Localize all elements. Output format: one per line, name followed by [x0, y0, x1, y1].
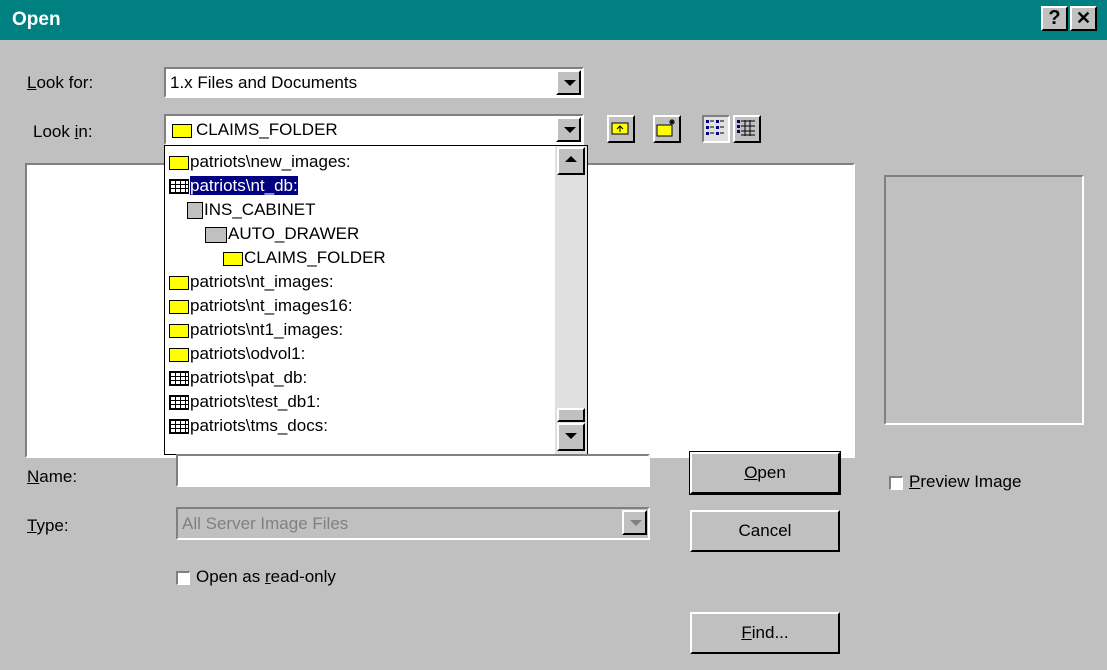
new-folder-icon — [656, 119, 675, 137]
type-combo[interactable]: All Server Image Files — [176, 507, 650, 540]
folder-icon — [169, 323, 189, 338]
folder-icon — [223, 251, 243, 266]
list-item[interactable]: AUTO_DRAWER — [205, 223, 359, 245]
drawer-icon — [205, 226, 227, 243]
type-dropdown-button[interactable] — [622, 510, 647, 535]
chevron-up-icon — [565, 156, 577, 162]
look-for-value: 1.x Files and Documents — [170, 73, 358, 92]
details-view-button[interactable] — [733, 115, 761, 143]
list-item[interactable]: patriots\odvol1: — [169, 343, 305, 365]
chevron-down-icon — [565, 433, 577, 439]
list-item[interactable]: patriots\nt_images16: — [169, 295, 353, 317]
list-item[interactable]: patriots\tms_docs: — [169, 415, 328, 435]
database-icon — [169, 179, 189, 195]
read-only-checkbox[interactable] — [176, 571, 190, 585]
folder-icon — [172, 124, 192, 138]
look-in-value: CLAIMS_FOLDER — [196, 120, 338, 139]
open-button[interactable]: Open — [689, 451, 841, 495]
list-item[interactable]: patriots\pat_db: — [169, 367, 307, 389]
chevron-down-icon — [564, 80, 576, 86]
scroll-thumb[interactable] — [557, 408, 585, 422]
list-item-selected[interactable]: patriots\nt_db: — [169, 175, 298, 197]
list-item[interactable]: patriots\nt1_images: — [169, 319, 343, 341]
name-input[interactable] — [176, 454, 650, 487]
folder-icon — [169, 275, 189, 290]
chevron-down-icon — [630, 520, 642, 526]
look-in-dropdown-button[interactable] — [556, 117, 581, 142]
database-icon — [169, 419, 189, 435]
look-for-label: Look for: — [27, 73, 94, 92]
look-in-dropdown-list[interactable]: patriots\new_images: patriots\nt_db: INS… — [164, 145, 588, 455]
look-in-label: Look in: — [33, 122, 93, 141]
scroll-down-button[interactable] — [557, 423, 585, 451]
folder-icon — [169, 299, 189, 314]
cabinet-icon — [187, 202, 203, 220]
list-item[interactable]: patriots\test_db1: — [169, 391, 320, 413]
list-item[interactable]: INS_CABINET — [187, 199, 315, 221]
list-view-button[interactable] — [702, 115, 730, 143]
look-for-combo[interactable]: 1.x Files and Documents — [164, 67, 584, 98]
scroll-up-button[interactable] — [557, 147, 585, 175]
list-item[interactable]: CLAIMS_FOLDER — [223, 247, 386, 269]
folder-icon — [169, 347, 189, 362]
preview-image-label[interactable]: Preview Image — [909, 472, 1021, 492]
help-button[interactable]: ? — [1041, 6, 1068, 31]
list-item[interactable]: patriots\nt_images: — [169, 271, 334, 293]
look-for-dropdown-button[interactable] — [556, 70, 581, 95]
title-bar[interactable] — [0, 0, 1107, 40]
up-one-level-button[interactable] — [607, 115, 635, 143]
list-item[interactable]: patriots\new_images: — [169, 151, 351, 173]
type-value: All Server Image Files — [182, 514, 349, 533]
name-label: Name: — [27, 467, 78, 486]
preview-pane — [884, 175, 1084, 425]
preview-image-checkbox[interactable] — [889, 476, 903, 490]
details-view-icon — [737, 120, 755, 136]
read-only-label[interactable]: Open as read-only — [196, 567, 336, 587]
dropdown-scrollbar[interactable] — [555, 146, 587, 454]
cancel-button[interactable]: Cancel — [690, 510, 840, 552]
list-view-icon — [706, 120, 724, 135]
folder-icon — [169, 155, 189, 170]
database-icon — [169, 371, 189, 387]
find-button[interactable]: Find... — [690, 612, 840, 654]
up-folder-icon — [611, 122, 629, 135]
type-label: Type: — [27, 516, 69, 535]
chevron-down-icon — [564, 127, 576, 133]
look-in-combo[interactable]: CLAIMS_FOLDER — [164, 114, 584, 145]
database-icon — [169, 395, 189, 411]
close-button[interactable]: ✕ — [1070, 6, 1097, 31]
window-title: Open — [12, 9, 61, 30]
create-new-folder-button[interactable] — [653, 115, 681, 143]
